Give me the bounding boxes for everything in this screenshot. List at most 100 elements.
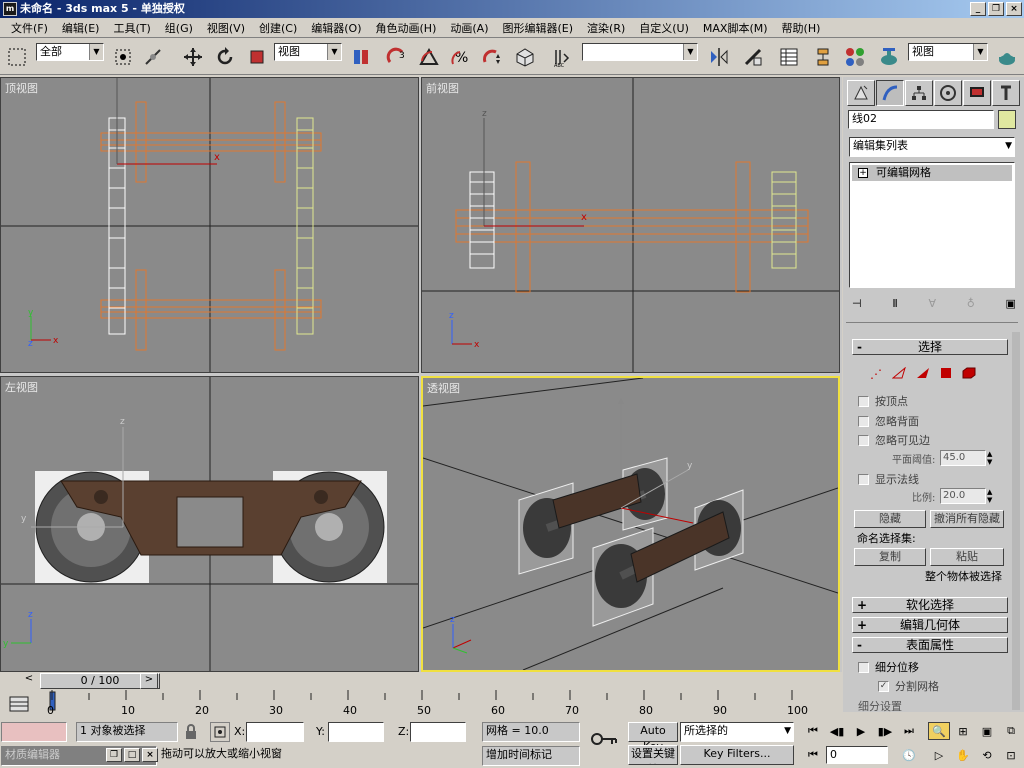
motion-tab-icon[interactable] bbox=[934, 80, 962, 106]
render-type-dropdown[interactable]: 视图 ▼ bbox=[908, 43, 988, 61]
rollout-surface-properties[interactable]: - 表面属性 bbox=[852, 637, 1008, 653]
track-view-icon[interactable] bbox=[776, 43, 802, 71]
select-link-icon[interactable] bbox=[140, 43, 166, 71]
maximize-icon[interactable]: □ bbox=[124, 748, 140, 762]
pan-icon[interactable]: ✋ bbox=[952, 746, 974, 764]
add-time-tag-button[interactable]: 增加时间标记 bbox=[482, 746, 580, 766]
reference-coord-dropdown[interactable]: 视图 ▼ bbox=[274, 43, 342, 61]
field-of-view-icon[interactable]: ▷ bbox=[928, 746, 950, 764]
menu-edit[interactable]: 编辑(E) bbox=[55, 20, 107, 36]
make-unique-icon[interactable]: ∀ bbox=[928, 297, 936, 310]
menu-group[interactable]: 组(G) bbox=[158, 20, 200, 36]
menu-animation[interactable]: 动画(A) bbox=[443, 20, 495, 36]
key-filters-button[interactable]: Key Filters... bbox=[680, 745, 794, 765]
utilities-tab-icon[interactable] bbox=[992, 80, 1020, 106]
lock-icon[interactable] bbox=[184, 724, 198, 743]
by-vertex-checkbox[interactable]: 按顶点 bbox=[858, 393, 908, 409]
normal-scale-spinner[interactable]: 20.0 bbox=[940, 488, 986, 504]
slider-next-icon[interactable]: > bbox=[140, 673, 158, 689]
prev-frame-icon[interactable]: ◀▮ bbox=[826, 722, 848, 740]
planar-threshold-spinner[interactable]: 45.0 bbox=[940, 450, 986, 466]
mirror-icon[interactable] bbox=[706, 43, 732, 71]
unhide-all-button[interactable]: 撤消所有隐藏 bbox=[930, 510, 1004, 528]
minimize-button[interactable]: _ bbox=[970, 2, 986, 16]
key-mode-dropdown[interactable]: 所选择的 ▼ bbox=[680, 722, 794, 742]
align-icon[interactable] bbox=[740, 43, 766, 71]
slider-prev-icon[interactable]: < bbox=[20, 673, 38, 689]
subdivision-displacement-checkbox[interactable]: 细分位移 bbox=[858, 659, 919, 675]
viewport-top[interactable]: 顶视图 x y x z bbox=[0, 77, 419, 373]
expand-toggle[interactable]: + bbox=[858, 168, 868, 178]
goto-end-icon[interactable]: ⏭ bbox=[898, 722, 920, 740]
auto-key-button[interactable]: Auto Key bbox=[628, 722, 678, 753]
goto-start-icon[interactable]: ⏮ bbox=[802, 722, 824, 740]
create-tab-icon[interactable] bbox=[847, 80, 875, 106]
zoom-icon[interactable]: 🔍 bbox=[928, 722, 950, 740]
paste-button[interactable]: 粘贴 bbox=[930, 548, 1004, 566]
ignore-backfacing-checkbox[interactable]: 忽略背面 bbox=[858, 413, 919, 429]
rollout-edit-geometry[interactable]: + 编辑几何体 bbox=[852, 617, 1008, 633]
time-config-icon[interactable]: 🕓 bbox=[898, 746, 920, 764]
element-icon[interactable] bbox=[962, 367, 976, 382]
show-normals-checkbox[interactable]: 显示法线 bbox=[858, 471, 919, 487]
menu-views[interactable]: 视图(V) bbox=[200, 20, 252, 36]
select-region-icon[interactable] bbox=[110, 43, 136, 71]
polygon-icon[interactable] bbox=[940, 367, 952, 382]
viewport-perspective[interactable]: 透视图 y z bbox=[421, 376, 840, 672]
angle-snap-icon[interactable] bbox=[416, 43, 442, 71]
stack-item-editable-mesh[interactable]: + 可编辑网格 bbox=[852, 165, 1012, 181]
spinner-arrows-icon[interactable]: ▲ ▼ bbox=[987, 450, 992, 466]
quick-render-icon[interactable] bbox=[994, 43, 1020, 71]
close-icon[interactable]: × bbox=[142, 748, 158, 762]
modify-tab-icon[interactable] bbox=[876, 80, 904, 106]
object-color-swatch[interactable] bbox=[998, 110, 1016, 129]
z-coordinate-input[interactable] bbox=[410, 722, 466, 742]
close-button[interactable]: × bbox=[1006, 2, 1022, 16]
modifier-stack[interactable]: + 可编辑网格 bbox=[849, 162, 1015, 288]
timeline-ruler[interactable]: 0 10 20 30 40 50 60 70 80 90 100 bbox=[40, 690, 840, 718]
move-icon[interactable] bbox=[180, 43, 206, 71]
modifier-list-dropdown[interactable]: 编辑集列表 ▼ bbox=[849, 137, 1015, 157]
key-mode-icon[interactable]: ⏮ bbox=[802, 746, 824, 764]
menu-tools[interactable]: 工具(T) bbox=[106, 20, 157, 36]
min-max-toggle-icon[interactable]: ⊡ bbox=[1000, 746, 1022, 764]
copy-button[interactable]: 复制 bbox=[854, 548, 926, 566]
pin-stack-icon[interactable]: ⊣ bbox=[852, 297, 862, 310]
pivot-center-icon[interactable] bbox=[348, 43, 374, 71]
menu-help[interactable]: 帮助(H) bbox=[775, 20, 828, 36]
show-end-result-icon[interactable]: Ⅱ bbox=[892, 297, 897, 310]
maximize-button[interactable]: ❐ bbox=[988, 2, 1004, 16]
face-icon[interactable] bbox=[916, 367, 930, 382]
menu-graph-editors[interactable]: 图形编辑器(E) bbox=[495, 20, 580, 36]
hierarchy-tab-icon[interactable] bbox=[905, 80, 933, 106]
play-icon[interactable]: ▶ bbox=[850, 722, 872, 740]
key-icon[interactable] bbox=[590, 732, 618, 749]
menu-customize[interactable]: 自定义(U) bbox=[632, 20, 696, 36]
edge-icon[interactable] bbox=[891, 366, 906, 382]
ignore-visible-edges-checkbox[interactable]: 忽略可见边 bbox=[858, 432, 930, 448]
arc-rotate-icon[interactable]: ⟲ bbox=[976, 746, 998, 764]
viewport-left[interactable]: 左视图 z y z y bbox=[0, 376, 419, 672]
current-frame-input[interactable]: 0 bbox=[826, 746, 888, 764]
select-lock-icon[interactable] bbox=[512, 43, 538, 71]
viewport-front[interactable]: 前视图 z x z x bbox=[421, 77, 840, 373]
menu-maxscript[interactable]: MAX脚本(M) bbox=[696, 20, 775, 36]
absolute-mode-icon[interactable] bbox=[210, 722, 230, 742]
configure-sets-icon[interactable]: ▣ bbox=[1006, 297, 1016, 310]
split-mesh-checkbox[interactable]: ✓ 分割网格 bbox=[878, 678, 939, 694]
display-tab-icon[interactable] bbox=[963, 80, 991, 106]
zoom-extents-all-icon[interactable]: ⧉ bbox=[1000, 722, 1022, 740]
select-object-icon[interactable] bbox=[4, 43, 30, 71]
snap-3d-icon[interactable]: 3 bbox=[384, 43, 410, 71]
vertex-icon[interactable]: ⋰ bbox=[870, 367, 882, 381]
hide-button[interactable]: 隐藏 bbox=[854, 510, 926, 528]
zoom-all-icon[interactable]: ⊞ bbox=[952, 722, 974, 740]
object-name-field[interactable]: 线02 bbox=[848, 110, 994, 129]
remove-modifier-icon[interactable]: ♁ bbox=[967, 297, 975, 310]
menu-create[interactable]: 创建(C) bbox=[252, 20, 304, 36]
zoom-extents-icon[interactable]: ▣ bbox=[976, 722, 998, 740]
named-selection-dropdown[interactable]: ▼ bbox=[582, 43, 698, 61]
render-scene-icon[interactable] bbox=[876, 43, 902, 71]
selection-filter-dropdown[interactable]: 全部 ▼ bbox=[36, 43, 104, 61]
y-coordinate-input[interactable] bbox=[328, 722, 384, 742]
